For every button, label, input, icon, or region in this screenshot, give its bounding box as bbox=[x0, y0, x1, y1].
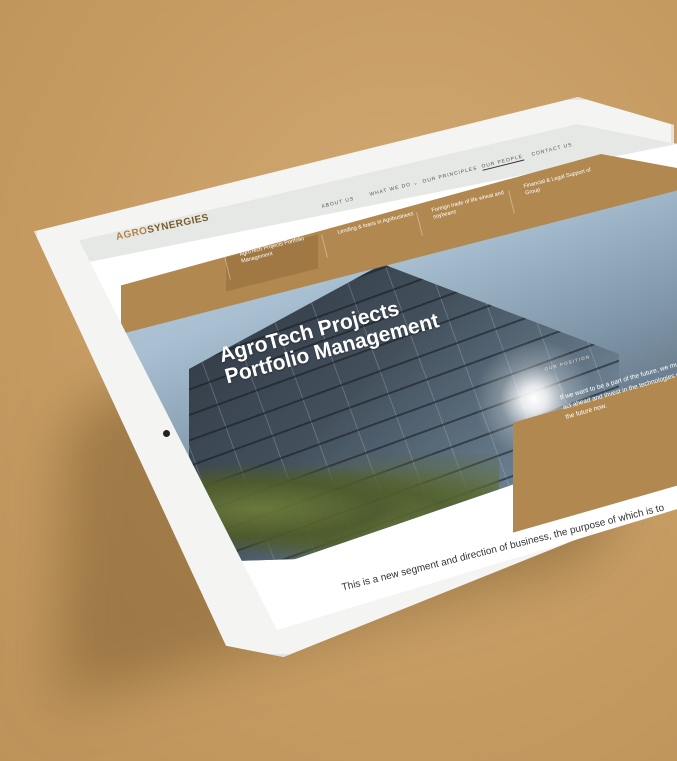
tablet-camera bbox=[163, 430, 170, 437]
mockup-stage: AGROSYNERGIES ABOUT US WHAT WE DO ⌄ OUR … bbox=[0, 0, 677, 761]
